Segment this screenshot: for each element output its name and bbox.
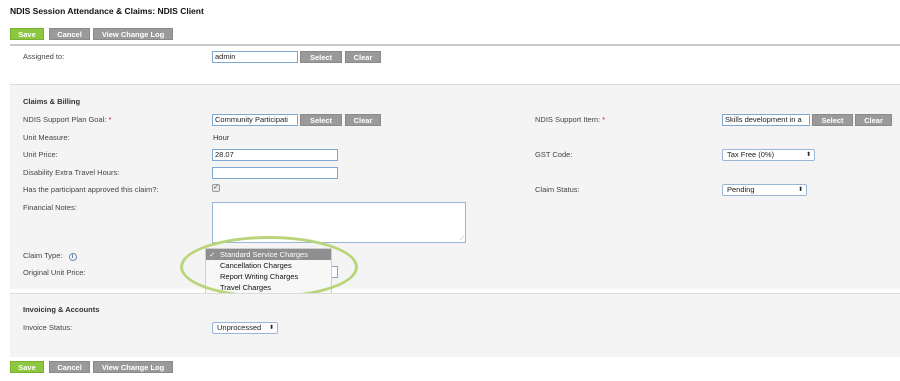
toolbar-divider [10,44,900,46]
gst-code-label: GST Code: [535,150,573,159]
save-button-bottom[interactable]: Save [10,361,44,373]
info-icon[interactable]: i [68,253,77,261]
required-marker: * [108,115,112,124]
resize-handle-icon[interactable]: ⟋ [460,236,464,242]
claims-billing-heading: Claims & Billing [23,97,81,106]
goal-select-button[interactable]: Select [300,114,342,126]
view-change-log-button-top[interactable]: View Change Log [93,28,173,40]
required-marker: * [602,115,606,124]
claim-type-label: Claim Type: i [23,251,77,261]
goal-clear-button[interactable]: Clear [345,114,381,126]
assigned-to-input[interactable]: admin [212,51,298,63]
assigned-select-button[interactable]: Select [300,51,342,63]
view-change-log-button-bottom[interactable]: View Change Log [93,361,173,373]
save-button-top[interactable]: Save [10,28,44,40]
page-title: NDIS Session Attendance & Claims: NDIS C… [10,6,204,16]
support-item-input[interactable]: Skills development in a [722,114,810,126]
support-item-clear-button[interactable]: Clear [855,114,892,126]
invoice-status-select[interactable]: Unprocessed ⬍ [212,322,278,334]
invoice-status-label: Invoice Status: [23,323,73,332]
support-item-label: NDIS Support Item: * [535,115,605,124]
support-plan-goal-label-text: NDIS Support Plan Goal: [23,115,107,124]
participant-approved-label: Has the participant approved this claim?… [23,185,159,194]
cancel-button-bottom[interactable]: Cancel [49,361,90,373]
support-item-label-text: NDIS Support Item: [535,115,601,124]
claim-status-select[interactable]: Pending ⬍ [722,184,807,196]
participant-approved-checkbox[interactable]: ✓ [212,184,220,192]
assigned-clear-button[interactable]: Clear [345,51,381,63]
gst-code-select[interactable]: Tax Free (0%) ⬍ [722,149,815,161]
select-arrows-icon: ⬍ [268,325,274,331]
select-arrows-icon: ⬍ [797,187,803,193]
support-plan-goal-input[interactable]: Community Participati [212,114,298,126]
travel-hours-label: Disability Extra Travel Hours: [23,168,120,177]
original-unit-price-label: Original Unit Price: [23,268,86,277]
highlight-annotation [180,236,358,298]
invoicing-heading: Invoicing & Accounts [23,305,100,314]
support-item-select-button[interactable]: Select [812,114,853,126]
unit-measure-value: Hour [213,133,230,142]
unit-price-label: Unit Price: [23,150,58,159]
support-plan-goal-label: NDIS Support Plan Goal: * [23,115,111,124]
claim-type-label-text: Claim Type: [23,251,63,260]
invoicing-section [10,293,900,357]
assigned-to-label: Assigned to: [23,52,65,61]
travel-hours-input[interactable] [212,167,338,179]
claim-status-value: Pending [727,185,755,194]
select-arrows-icon: ⬍ [805,152,811,158]
invoice-status-value: Unprocessed [217,323,262,332]
financial-notes-label: Financial Notes: [23,203,77,212]
unit-measure-label: Unit Measure: [23,133,70,142]
claim-status-label: Claim Status: [535,185,580,194]
cancel-button-top[interactable]: Cancel [49,28,90,40]
unit-price-input[interactable]: 28.07 [212,149,338,161]
gst-code-value: Tax Free (0%) [727,150,775,159]
